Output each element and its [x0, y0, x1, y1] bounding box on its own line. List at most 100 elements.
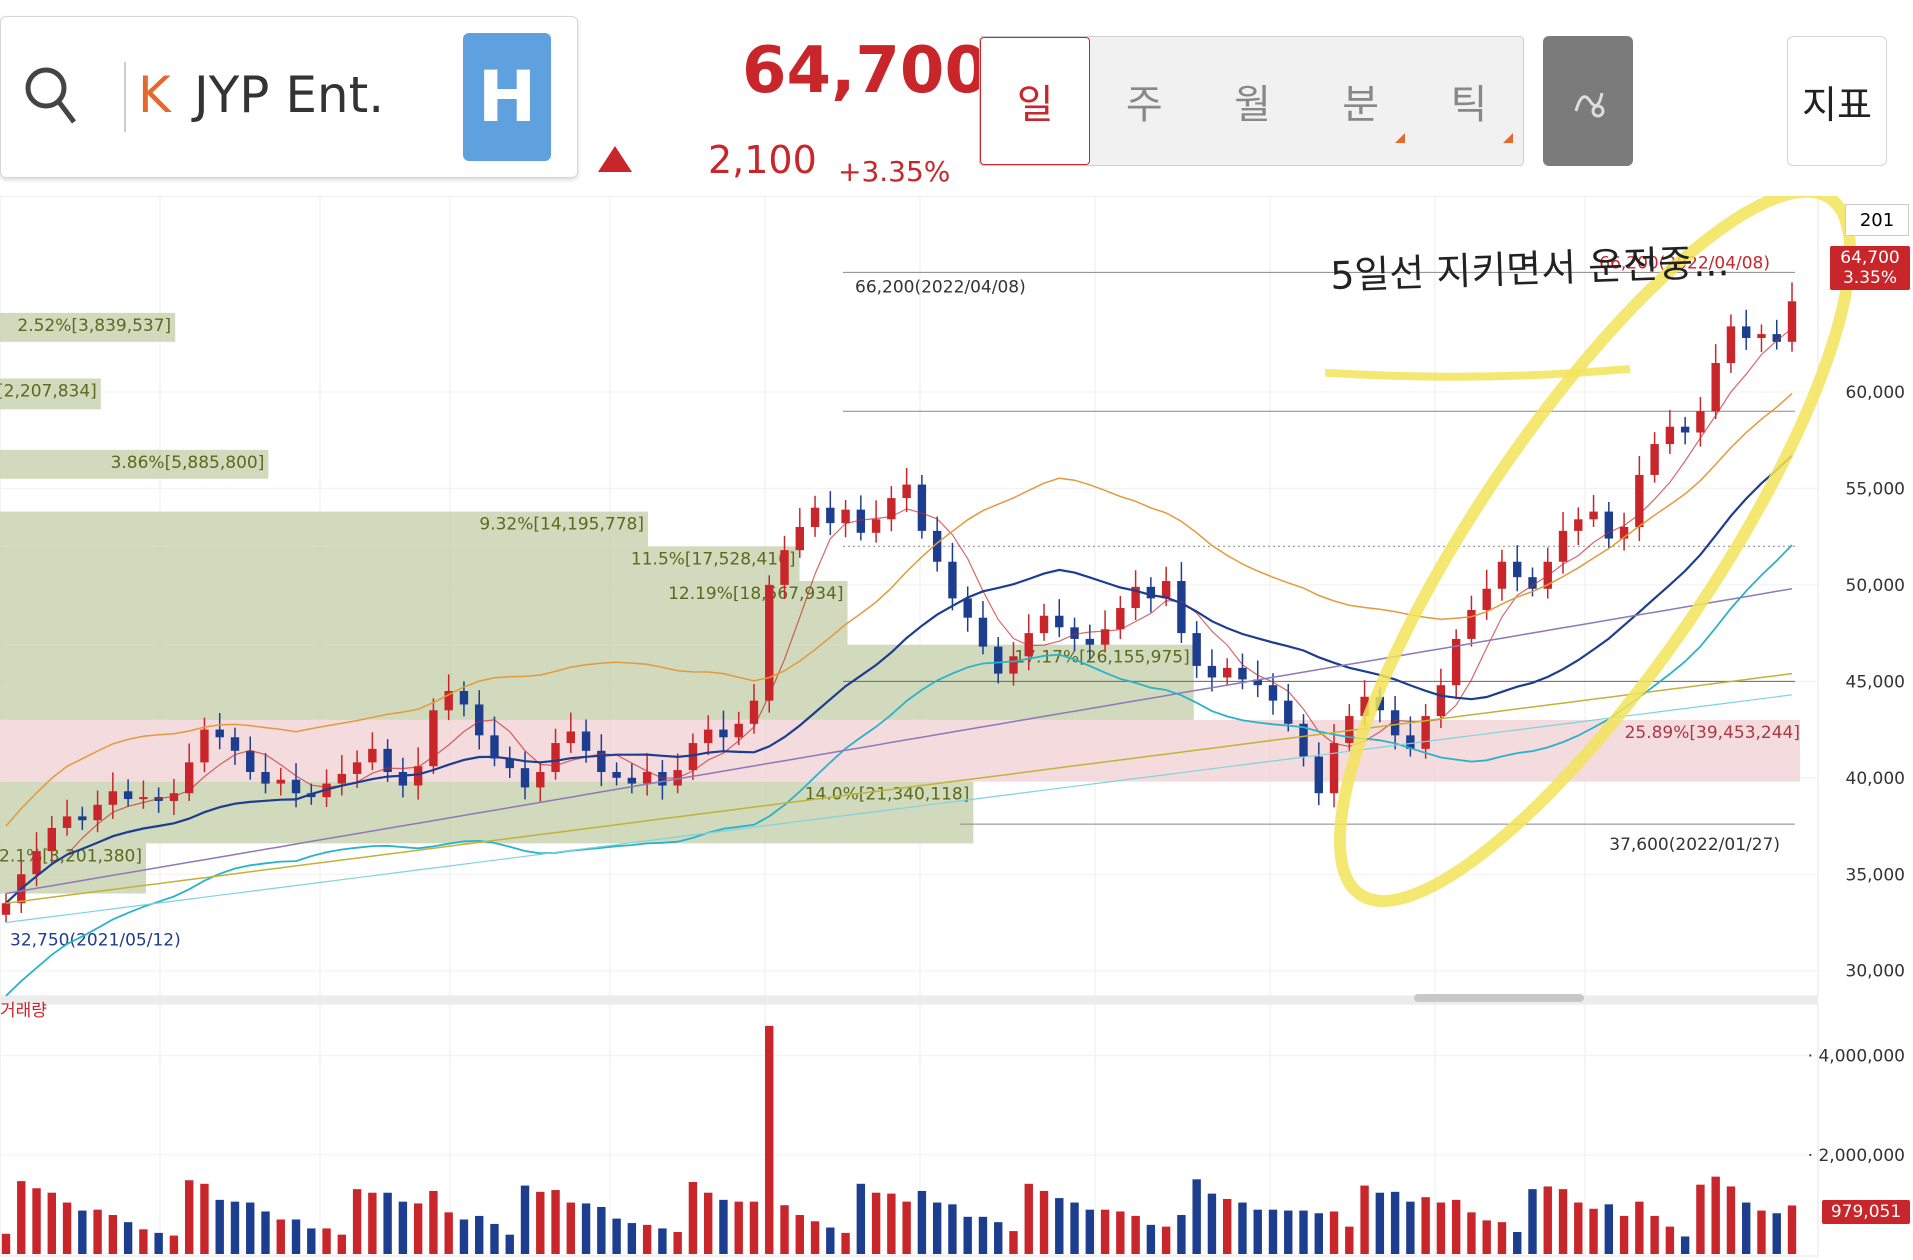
- volume-bar: [1604, 1204, 1614, 1254]
- h-button[interactable]: H: [463, 33, 551, 161]
- tab-minute[interactable]: 분: [1307, 37, 1415, 165]
- candle-body: [1558, 530, 1568, 562]
- volume-bar: [1161, 1226, 1171, 1254]
- volume-bar: [291, 1219, 301, 1254]
- volume-bar: [1696, 1184, 1705, 1254]
- volume-bar: [505, 1234, 514, 1254]
- volume-bar: [413, 1203, 423, 1254]
- dropdown-corner-icon: [1394, 133, 1405, 143]
- volume-bar: [32, 1188, 41, 1254]
- volume-bar: [1299, 1210, 1308, 1254]
- candle-body: [536, 772, 545, 788]
- volume-bar: [658, 1228, 667, 1254]
- stock-chart[interactable]: 30,000 35,000 40,000 45,000 50,000 55,000 60,0…: [0, 196, 1913, 1260]
- volume-bar: [1513, 1231, 1522, 1254]
- candle-body: [230, 737, 240, 751]
- volume-bar: [1284, 1210, 1293, 1254]
- volume-axis-label: · 2,000,000: [1808, 1146, 1905, 1166]
- candle-body: [765, 584, 774, 701]
- candle-body: [1070, 627, 1079, 639]
- candle-body: [826, 507, 835, 524]
- candle-body: [78, 816, 87, 821]
- candle-body: [1329, 743, 1339, 794]
- volume-bar: [1574, 1202, 1583, 1254]
- volume-bar: [1222, 1198, 1232, 1254]
- volume-bar: [1421, 1197, 1430, 1254]
- indicator-button[interactable]: 지표: [1787, 36, 1887, 166]
- volume-bar: [642, 1224, 652, 1254]
- volume-bar: [17, 1181, 26, 1254]
- candle-body: [1711, 363, 1720, 412]
- volume-bar: [169, 1235, 179, 1254]
- volume-bar: [749, 1201, 759, 1254]
- drawing-tool-button[interactable]: [1543, 36, 1633, 166]
- volume-bar: [184, 1180, 194, 1254]
- candle-body: [612, 772, 621, 778]
- candle-body: [703, 729, 713, 744]
- dropdown-corner-icon: [1503, 133, 1514, 143]
- price-change: 2,100: [708, 138, 817, 182]
- chart-scrollbar[interactable]: [1414, 994, 1584, 1002]
- tab-month[interactable]: 월: [1198, 37, 1306, 165]
- candle-body: [276, 779, 285, 784]
- candle-body: [1268, 685, 1278, 701]
- volume-bar: [1085, 1209, 1095, 1254]
- volume-bar: [612, 1218, 621, 1254]
- volume-bar: [1482, 1220, 1491, 1254]
- search-icon[interactable]: [22, 64, 78, 128]
- candle-body: [123, 791, 133, 800]
- volume-bar: [261, 1211, 270, 1254]
- candle-body: [1222, 667, 1232, 678]
- volume-bar: [1009, 1231, 1018, 1254]
- volume-bar: [1635, 1201, 1644, 1254]
- volume-bar: [1, 1233, 11, 1254]
- search-divider: [124, 62, 126, 132]
- volume-bar: [368, 1192, 377, 1254]
- candle-body: [1482, 588, 1491, 610]
- volume-profile-label: 9.32%[14,195,778]: [479, 515, 644, 535]
- candle-body: [475, 704, 484, 736]
- volume-bar: [581, 1203, 591, 1254]
- volume-profile-label: 3.86%[5,885,800]: [111, 453, 265, 473]
- volume-bar: [856, 1183, 866, 1254]
- candle-body: [413, 766, 423, 786]
- volume-bar: [108, 1215, 118, 1254]
- volume-bar: [1589, 1208, 1598, 1254]
- candle-body: [200, 729, 209, 763]
- candle-body: [719, 729, 728, 738]
- candle-body: [520, 768, 530, 788]
- y-axis-label: 50,000: [1846, 576, 1905, 596]
- candle-body: [32, 851, 41, 875]
- start-label: 32,750(2021/05/12): [10, 931, 181, 951]
- volume-profile-label: 25.89%[39,453,244]: [1625, 723, 1800, 743]
- candle-body: [780, 550, 789, 585]
- volume-profile-label: 17.17%[26,155,975]: [1014, 648, 1189, 668]
- y-axis-label: 40,000: [1846, 769, 1905, 789]
- candle-body: [93, 804, 102, 821]
- volume-bar: [1390, 1191, 1400, 1254]
- candle-body: [642, 772, 652, 784]
- volume-bar: [780, 1205, 789, 1254]
- candle-count-input[interactable]: [1845, 204, 1909, 236]
- volume-bar: [1757, 1210, 1766, 1254]
- tab-day[interactable]: 일: [980, 37, 1091, 165]
- volume-bar: [444, 1212, 453, 1254]
- candle-body: [429, 710, 438, 767]
- volume-bar: [688, 1182, 698, 1254]
- candle-body: [1314, 756, 1323, 794]
- tab-tick[interactable]: 틱: [1415, 37, 1523, 165]
- candle-body: [1055, 615, 1064, 628]
- volume-bar: [841, 1232, 850, 1254]
- tab-week[interactable]: 주: [1090, 37, 1198, 165]
- draw-icon: [1574, 92, 1605, 118]
- price-change-percent: +3.35%: [838, 155, 951, 188]
- stock-name[interactable]: JYP Ent.: [194, 66, 384, 124]
- volume-bar: [47, 1192, 56, 1254]
- volume-bar: [276, 1219, 285, 1254]
- volume-bar: [902, 1201, 911, 1254]
- volume-bar: [383, 1192, 392, 1254]
- volume-bar: [1116, 1211, 1125, 1254]
- volume-bar: [1131, 1215, 1140, 1254]
- volume-bar: [78, 1210, 87, 1254]
- volume-bar: [93, 1209, 102, 1254]
